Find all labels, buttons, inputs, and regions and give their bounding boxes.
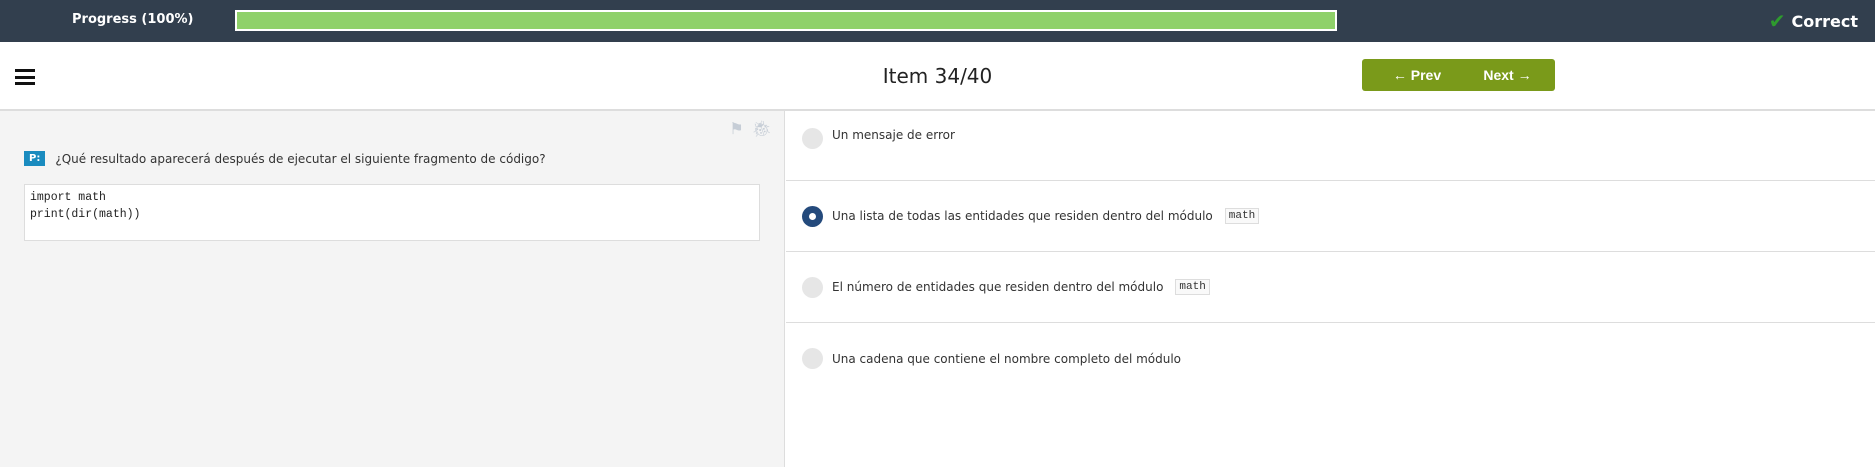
option-1[interactable]: Un mensaje de error — [786, 111, 1875, 181]
question-panel: ⚑ 🐞︎ P: ¿Qué resultado aparecerá después d… — [0, 111, 785, 467]
question-badge: P: — [24, 151, 46, 166]
top-bar: Progress (100%) ✔ Correct — [0, 0, 1875, 42]
progress-bar — [235, 10, 1337, 31]
option-text: Una lista de todas las entidades que res… — [832, 209, 1213, 223]
radio-button[interactable] — [802, 348, 823, 369]
bug-icon[interactable]: 🐞︎ — [752, 119, 772, 138]
progress-fill — [237, 12, 1335, 29]
option-text: El número de entidades que residen dentr… — [832, 280, 1164, 294]
option-text: Un mensaje de error — [832, 128, 955, 142]
question-text: ¿Qué resultado aparecerá después de ejec… — [55, 151, 546, 166]
option-code: math — [1224, 208, 1260, 224]
flag-icon[interactable]: ⚑ — [729, 119, 743, 138]
check-icon: ✔ — [1768, 9, 1786, 33]
progress-label: Progress (100%) — [72, 12, 194, 27]
prev-button[interactable]: ← Prev — [1362, 59, 1472, 91]
option-3[interactable]: El número de entidades que residen dentr… — [786, 252, 1875, 323]
status-text: Correct — [1791, 11, 1859, 31]
option-code: math — [1175, 279, 1210, 295]
radio-button[interactable] — [802, 128, 823, 149]
header: Item 34/40 ← Prev Next → — [0, 42, 1875, 111]
option-2[interactable]: Una lista de todas las entidades que res… — [786, 181, 1875, 252]
option-4[interactable]: Una cadena que contiene el nombre comple… — [786, 323, 1875, 394]
radio-button[interactable] — [802, 276, 823, 298]
page-title: Item 34/40 — [882, 64, 993, 88]
status-indicator: ✔ Correct — [1769, 9, 1858, 33]
option-text: Una cadena que contiene el nombre comple… — [832, 351, 1182, 366]
next-button[interactable]: Next → — [1460, 59, 1555, 91]
code-block: import math print(dir(math)) — [24, 184, 760, 241]
options-panel: Un mensaje de error Una lista de todas l… — [786, 111, 1875, 394]
radio-button-selected[interactable] — [802, 205, 823, 227]
